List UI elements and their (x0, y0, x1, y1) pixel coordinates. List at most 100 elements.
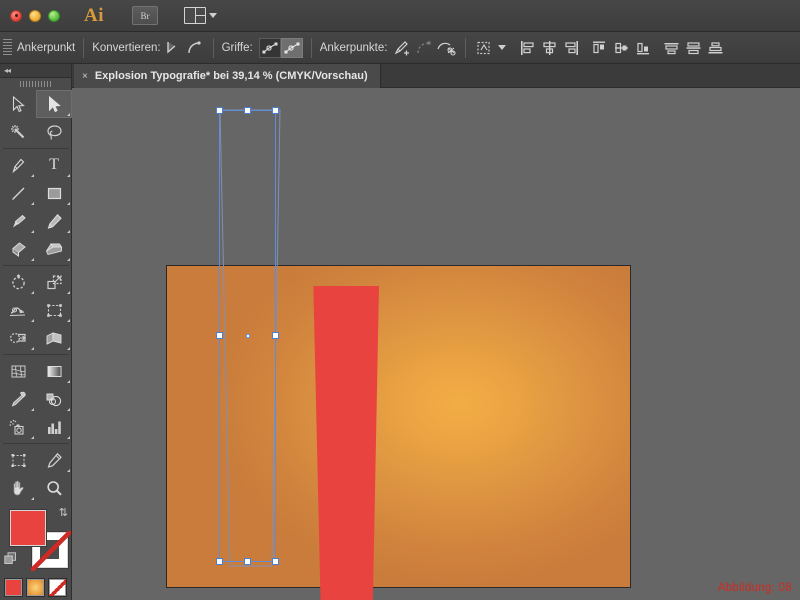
anchor-points-label: Ankerpunkte: (319, 41, 388, 54)
tool-group-indicator (67, 319, 70, 322)
rotate-tool[interactable] (0, 268, 36, 296)
align-bottom-icon[interactable] (704, 37, 726, 59)
distribute-left-icon[interactable] (588, 37, 610, 59)
remove-anchor-point-icon[interactable] (391, 37, 413, 59)
tool-group-indicator (31, 230, 34, 233)
gradient-swatch-button[interactable] (26, 578, 45, 597)
artboard-tool[interactable] (0, 446, 36, 474)
selection-tool[interactable] (0, 90, 36, 118)
rectangle-tool[interactable] (36, 179, 72, 207)
canvas-area[interactable]: Abbildung: 08 (72, 88, 800, 600)
align-right-icon[interactable] (560, 37, 582, 59)
slice-tool[interactable] (36, 446, 72, 474)
selection-handle-middle-left[interactable] (216, 332, 223, 339)
zoom-window-button[interactable] (48, 9, 60, 22)
blend-tool[interactable] (36, 385, 72, 413)
scale-tool[interactable] (36, 268, 72, 296)
selection-handle-bottom-left[interactable] (216, 558, 223, 565)
swap-fill-stroke-icon[interactable]: ⇅ (59, 506, 68, 519)
tool-group-indicator (31, 319, 34, 322)
document-tab-title: Explosion Typografie* bei 39,14 % (CMYK/… (94, 70, 368, 82)
convert-to-corner-icon[interactable] (161, 37, 183, 59)
selection-handle-top-left[interactable] (216, 107, 223, 114)
tool-group-indicator (67, 469, 70, 472)
close-icon[interactable]: × (82, 71, 88, 82)
tool-group-indicator (67, 436, 70, 439)
selection-center-point (246, 334, 250, 338)
type-tool[interactable]: T (36, 151, 72, 179)
gradient-tool[interactable] (36, 357, 72, 385)
magic-wand-tool[interactable] (0, 118, 36, 146)
tool-group-indicator (67, 113, 70, 116)
tool-group-indicator (31, 291, 34, 294)
free-transform-tool[interactable] (36, 296, 72, 324)
hide-handles-icon[interactable] (280, 37, 303, 58)
align-vertical-center-icon[interactable] (682, 37, 704, 59)
red-tapered-bar[interactable] (313, 286, 379, 600)
arrange-documents-button[interactable] (184, 7, 217, 24)
document-tab[interactable]: × Explosion Typografie* bei 39,14 % (CMY… (74, 64, 381, 88)
tool-group-indicator (67, 258, 70, 261)
divider (3, 443, 69, 444)
fill-stroke-controls: ⇅ (0, 506, 72, 574)
pencil-tool[interactable] (36, 207, 72, 235)
hand-tool[interactable] (0, 474, 36, 502)
direct-selection-tool[interactable] (36, 90, 72, 118)
bridge-button[interactable]: Br (132, 6, 158, 25)
fill-color-swatch[interactable] (10, 510, 46, 546)
divider (3, 354, 69, 355)
align-horizontal-center-icon[interactable] (538, 37, 560, 59)
selection-handle-bottom-center[interactable] (244, 558, 251, 565)
tool-group-indicator (31, 408, 34, 411)
selection-handle-bottom-right[interactable] (272, 558, 279, 565)
control-bar-grip[interactable] (3, 38, 12, 57)
divider (465, 37, 467, 58)
lasso-tool[interactable] (36, 118, 72, 146)
show-handles-icon[interactable] (258, 37, 281, 58)
perspective-grid-tool[interactable] (36, 324, 72, 352)
control-bar: Ankerpunkt Konvertieren: Griffe: Ankerpu… (0, 32, 800, 64)
distribute-center-icon[interactable] (610, 37, 632, 59)
zoom-tool[interactable] (36, 474, 72, 502)
blob-brush-tool[interactable] (0, 235, 36, 263)
align-left-icon[interactable] (516, 37, 538, 59)
line-segment-tool[interactable] (0, 179, 36, 207)
cut-path-icon[interactable] (435, 37, 457, 59)
isolate-object-icon[interactable] (474, 37, 496, 59)
tool-group-indicator (67, 291, 70, 294)
paintbrush-tool[interactable] (0, 207, 36, 235)
width-tool[interactable] (0, 296, 36, 324)
tool-group-indicator (31, 347, 34, 350)
eraser-tool[interactable] (36, 235, 72, 263)
distribute-right-icon[interactable] (632, 37, 654, 59)
tool-group-indicator (31, 202, 34, 205)
align-top-icon[interactable] (660, 37, 682, 59)
shape-builder-tool[interactable] (0, 324, 36, 352)
selection-handle-middle-right[interactable] (272, 332, 279, 339)
tools-panel-grip[interactable] (0, 78, 71, 90)
symbol-sprayer-tool[interactable] (0, 413, 36, 441)
divider (212, 37, 214, 58)
convert-to-smooth-icon[interactable] (183, 37, 205, 59)
convert-label: Konvertieren: (92, 41, 161, 54)
tool-group-indicator (31, 497, 34, 500)
mesh-tool[interactable] (0, 357, 36, 385)
close-window-button[interactable] (10, 9, 22, 22)
selection-handle-top-center[interactable] (244, 107, 251, 114)
tools-panel-collapse[interactable]: ◂◂ (0, 64, 71, 78)
pen-tool[interactable] (0, 151, 36, 179)
minimize-window-button[interactable] (29, 9, 41, 22)
arrange-documents-icon (184, 7, 206, 24)
connect-anchor-icon[interactable] (413, 37, 435, 59)
none-swatch-button[interactable] (48, 578, 67, 597)
default-fill-stroke-icon[interactable] (4, 552, 17, 565)
divider (310, 37, 312, 58)
document-tab-bar: × Explosion Typografie* bei 39,14 % (CMY… (72, 64, 800, 88)
column-graph-tool[interactable] (36, 413, 72, 441)
tool-group-indicator (67, 408, 70, 411)
eyedropper-tool[interactable] (0, 385, 36, 413)
collapse-panel-icon: ◂◂ (4, 66, 11, 75)
chevron-down-icon[interactable] (498, 45, 507, 50)
selection-handle-top-right[interactable] (272, 107, 279, 114)
color-swatch-button[interactable] (4, 578, 23, 597)
